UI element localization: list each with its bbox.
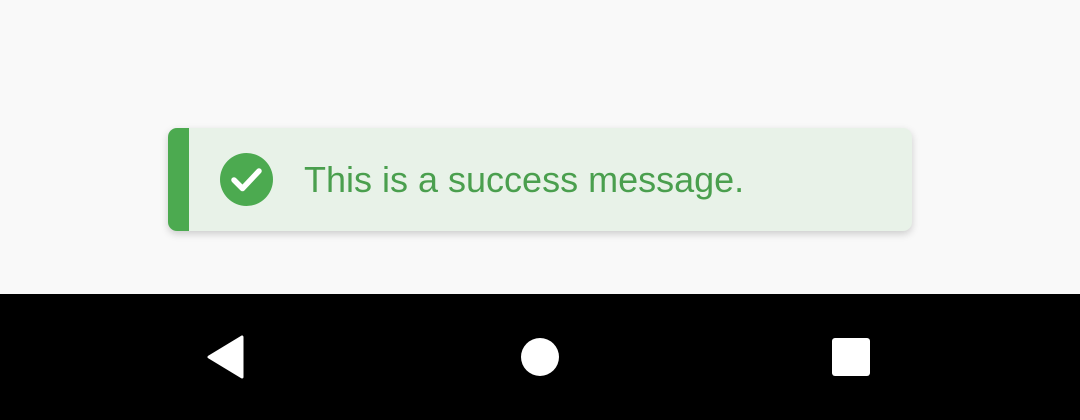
- screen: This is a success message.: [0, 0, 1080, 420]
- home-circle-icon: [521, 338, 559, 376]
- recents-button[interactable]: [788, 294, 914, 420]
- success-toast: This is a success message.: [168, 128, 912, 231]
- back-button[interactable]: [162, 294, 288, 420]
- recents-square-icon: [832, 338, 870, 376]
- system-navigation-bar: [0, 294, 1080, 420]
- home-button[interactable]: [477, 294, 603, 420]
- app-content: This is a success message.: [0, 0, 1080, 294]
- back-triangle-icon: [207, 335, 244, 379]
- toast-accent-bar: [168, 128, 189, 231]
- toast-message: This is a success message.: [304, 159, 745, 200]
- check-circle-icon: [220, 153, 273, 206]
